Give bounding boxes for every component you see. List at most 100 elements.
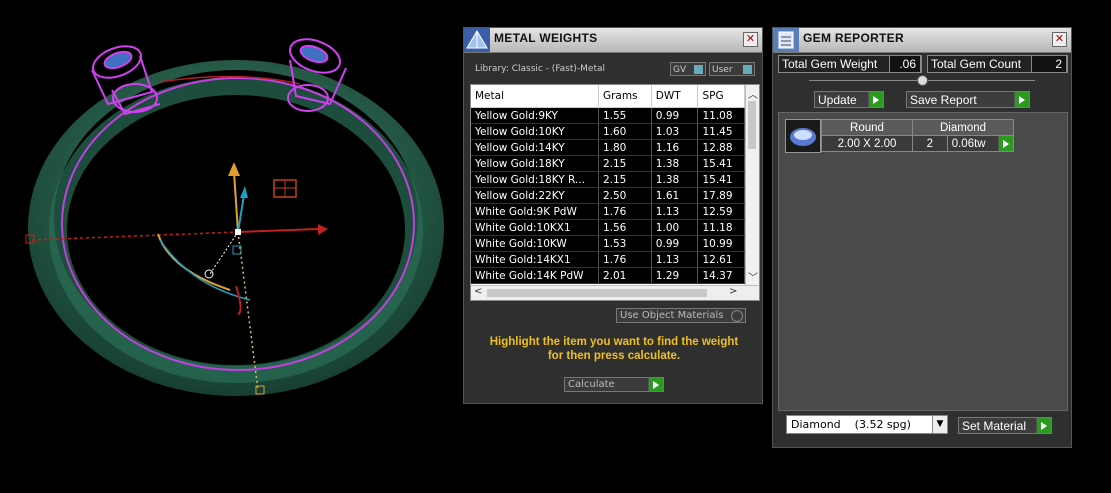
update-button[interactable]: Update: [814, 91, 884, 108]
scroll-thumb[interactable]: [487, 289, 707, 297]
material-select[interactable]: Diamond (3.52 spg) ▼: [786, 415, 948, 434]
set-material-button[interactable]: Set Material: [958, 417, 1052, 434]
calculate-button[interactable]: Calculate: [564, 377, 664, 392]
metal-table[interactable]: Metal Grams DWT SPG Yellow Gold:9KY 1.55 0…: [470, 84, 760, 301]
total-gem-count: Total Gem Count 2: [927, 55, 1068, 73]
gem-reporter-panel: GEM REPORTER ✕ Total Gem Weight .06 Tota…: [772, 27, 1072, 448]
column-header[interactable]: Grams: [598, 85, 652, 108]
horizontal-scrollbar[interactable]: < >: [471, 285, 759, 300]
table-cell: 15.41: [697, 171, 745, 188]
table-row[interactable]: Yellow Gold:9KY 1.55 0.99 11.08: [471, 107, 745, 124]
table-cell: 2.15: [598, 171, 652, 188]
scroll-down-icon[interactable]: ﹀: [748, 269, 758, 284]
gem-row-table[interactable]: Round Diamond 2.00 X 2.00 2 0.06tw: [821, 119, 1015, 152]
table-cell: 1.53: [598, 235, 652, 252]
close-icon[interactable]: ✕: [743, 32, 758, 47]
table-cell: 1.76: [598, 251, 652, 268]
table-cell: White Gold:14KX1: [471, 251, 599, 268]
table-row[interactable]: Yellow Gold:14KY 1.80 1.16 12.88: [471, 139, 745, 156]
scroll-thumb[interactable]: [748, 101, 756, 149]
update-label: Update: [818, 93, 857, 107]
table-row[interactable]: White Gold:14K PdW 2.01 1.29 14.37: [471, 267, 745, 284]
table-cell: 1.13: [651, 203, 699, 220]
gem-reporter-titlebar[interactable]: GEM REPORTER ✕: [773, 28, 1071, 53]
column-header[interactable]: DWT: [651, 85, 699, 108]
table-cell: 1.38: [651, 171, 699, 188]
table-cell: 0.99: [651, 235, 699, 252]
table-cell: Yellow Gold:18KY: [471, 155, 599, 172]
table-cell: 1.55: [598, 107, 652, 124]
scroll-right-icon[interactable]: >: [729, 286, 737, 297]
gem-shape: Round: [821, 119, 913, 136]
table-cell: 1.00: [651, 219, 699, 236]
table-cell: 1.61: [651, 187, 699, 204]
save-report-label: Save Report: [910, 93, 977, 107]
panel-title: METAL WEIGHTS: [494, 31, 598, 45]
table-row[interactable]: White Gold:14KX1 1.76 1.13 12.61: [471, 251, 745, 268]
column-header[interactable]: Metal: [471, 85, 599, 108]
table-cell: 1.80: [598, 139, 652, 156]
metal-weights-panel: METAL WEIGHTS ✕ Library: Classic - (Fast…: [463, 27, 763, 404]
play-arrow-icon[interactable]: [1014, 92, 1029, 107]
table-cell: 1.38: [651, 155, 699, 172]
metal-table-grid: Metal Grams DWT SPG Yellow Gold:9KY 1.55 0…: [471, 85, 745, 284]
gem-count: 2: [912, 135, 948, 152]
user-checkbox[interactable]: [743, 65, 752, 74]
scroll-left-icon[interactable]: <: [474, 286, 482, 297]
panel-title: GEM REPORTER: [803, 31, 904, 45]
chevron-down-icon[interactable]: ▼: [932, 416, 947, 433]
gem-thumbnail[interactable]: [785, 119, 821, 153]
user-label: User: [712, 65, 733, 75]
table-cell: White Gold:9K PdW: [471, 203, 599, 220]
column-header[interactable]: SPG: [697, 85, 745, 108]
table-cell: Yellow Gold:14KY: [471, 139, 599, 156]
table-cell: 2.50: [598, 187, 652, 204]
use-object-materials-toggle[interactable]: Use Object Materials: [616, 308, 746, 323]
total-gem-weight: Total Gem Weight .06: [778, 55, 922, 73]
table-cell: 12.88: [697, 139, 745, 156]
save-report-button[interactable]: Save Report: [906, 91, 1030, 108]
radio-icon[interactable]: [731, 310, 743, 322]
pyramid-icon: [464, 28, 490, 52]
table-cell: 1.56: [598, 219, 652, 236]
gem-weight-cell[interactable]: 0.06tw: [946, 135, 1015, 152]
close-icon[interactable]: ✕: [1052, 32, 1067, 47]
gv-toggle[interactable]: GV: [670, 62, 706, 76]
user-toggle[interactable]: User: [709, 62, 755, 76]
table-cell: White Gold:10KX1: [471, 219, 599, 236]
slider-handle[interactable]: [917, 75, 928, 86]
table-cell: 12.59: [697, 203, 745, 220]
table-row[interactable]: Yellow Gold:10KY 1.60 1.03 11.45: [471, 123, 745, 140]
table-cell: White Gold:14K PdW: [471, 267, 599, 284]
total-gem-count-value: 2: [1031, 55, 1067, 73]
play-arrow-icon[interactable]: [868, 92, 883, 107]
library-label: Library: Classic - (Fast)-Metal: [475, 64, 606, 74]
gem-type: Diamond: [912, 119, 1014, 136]
table-row[interactable]: White Gold:9K PdW 1.76 1.13 12.59: [471, 203, 745, 220]
table-row[interactable]: White Gold:10KX1 1.56 1.00 11.18: [471, 219, 745, 236]
table-cell: 0.99: [651, 107, 699, 124]
use-object-materials-label: Use Object Materials: [620, 310, 724, 321]
play-arrow-icon[interactable]: [998, 136, 1013, 151]
set-material-label: Set Material: [962, 419, 1027, 433]
3d-viewport[interactable]: [0, 0, 460, 489]
play-arrow-icon[interactable]: [1036, 418, 1051, 433]
table-cell: Yellow Gold:9KY: [471, 107, 599, 124]
table-cell: Yellow Gold:22KY: [471, 187, 599, 204]
table-row[interactable]: Yellow Gold:22KY 2.50 1.61 17.89: [471, 187, 745, 204]
play-arrow-icon[interactable]: [648, 378, 663, 391]
table-row[interactable]: Yellow Gold:18KY 2.15 1.38 15.41: [471, 155, 745, 172]
table-cell: 2.15: [598, 155, 652, 172]
gv-checkbox[interactable]: [694, 65, 703, 74]
table-cell: 11.45: [697, 123, 745, 140]
gem-report-list[interactable]: Round Diamond 2.00 X 2.00 2 0.06tw: [778, 112, 1068, 411]
vertical-scrollbar[interactable]: ︿ ﹀: [745, 85, 759, 285]
table-cell: 12.61: [697, 251, 745, 268]
total-gem-count-label: Total Gem Count: [931, 57, 1022, 71]
table-cell: 17.89: [697, 187, 745, 204]
table-row[interactable]: White Gold:10KW 1.53 0.99 10.99: [471, 235, 745, 252]
ring-render: [25, 38, 444, 396]
table-row[interactable]: Yellow Gold:18KY R... 2.15 1.38 15.41: [471, 171, 745, 188]
metal-weights-titlebar[interactable]: METAL WEIGHTS ✕: [464, 28, 762, 53]
scroll-up-icon[interactable]: ︿: [748, 86, 758, 101]
